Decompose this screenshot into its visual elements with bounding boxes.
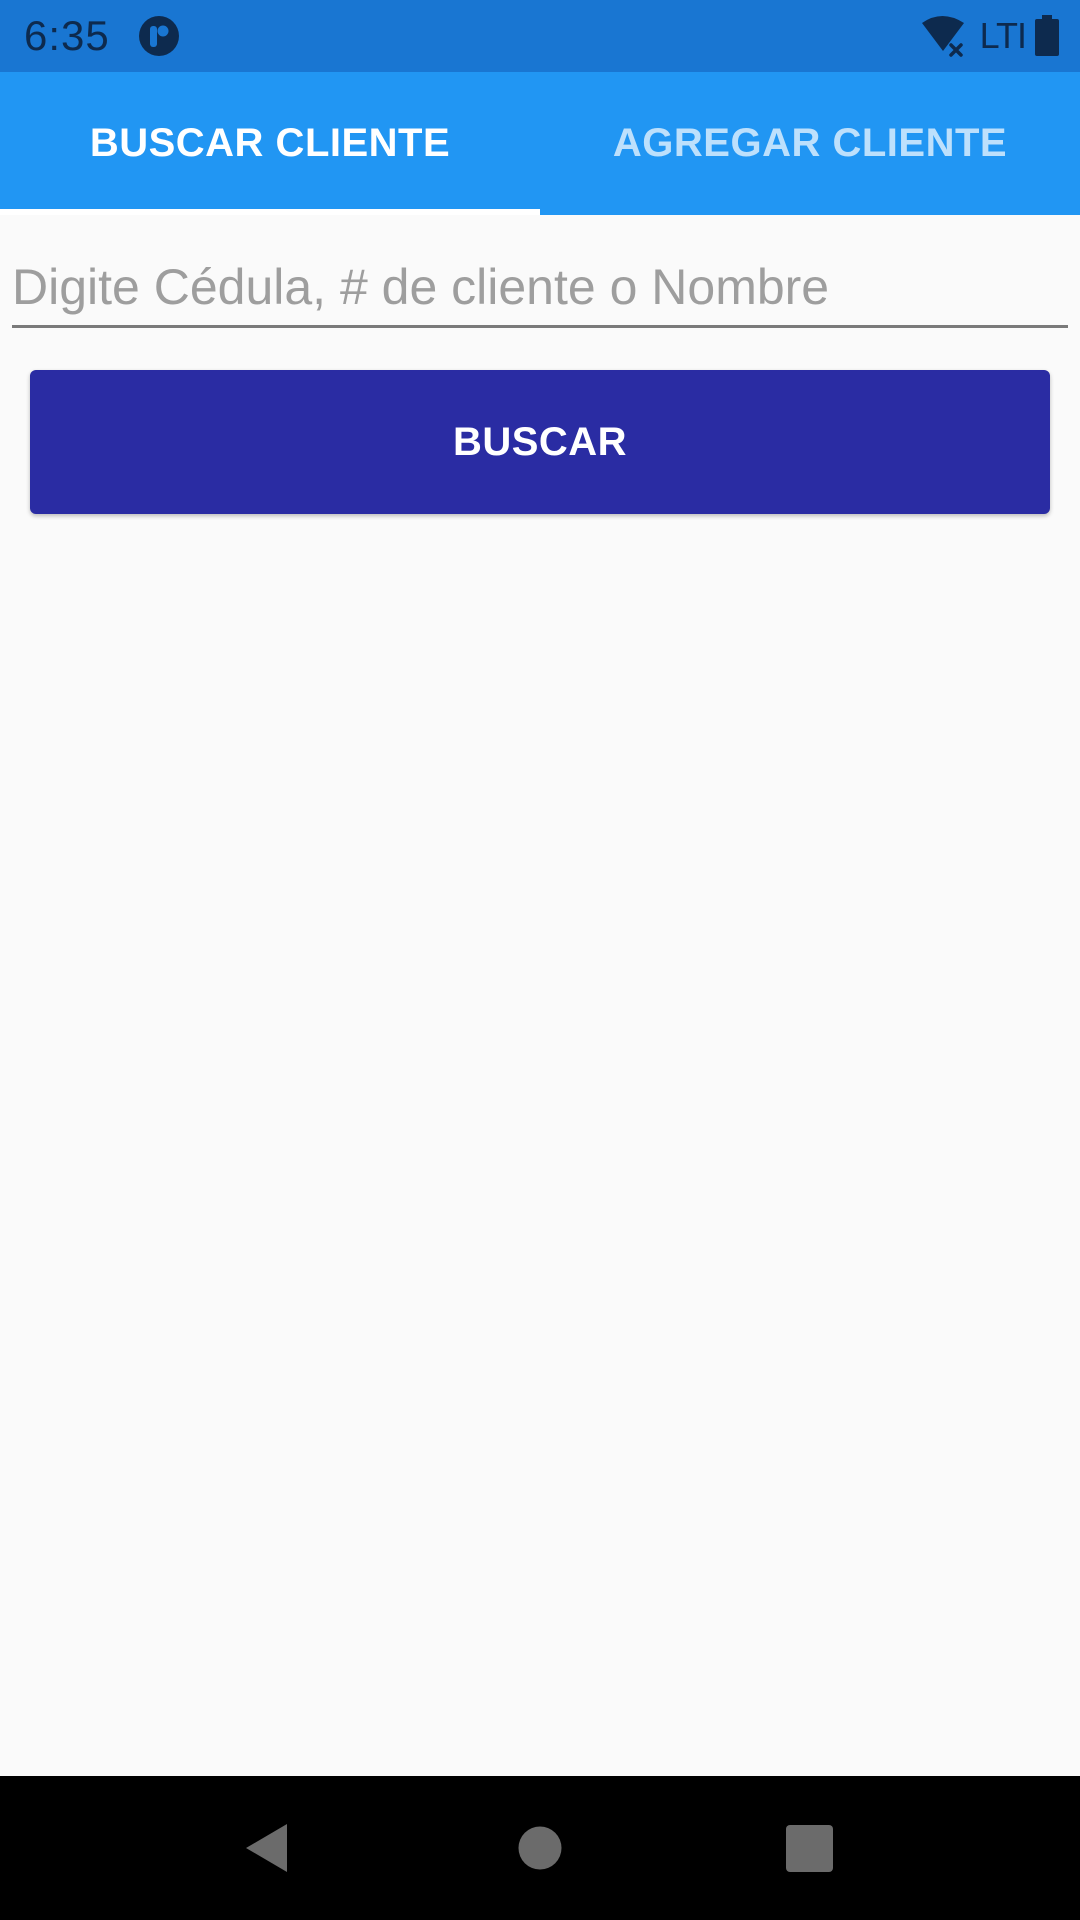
back-icon[interactable] xyxy=(243,1822,291,1874)
tab-agregar-cliente[interactable]: AGREGAR CLIENTE xyxy=(540,72,1080,215)
tab-buscar-cliente[interactable]: BUSCAR CLIENTE xyxy=(0,72,540,215)
home-icon[interactable] xyxy=(518,1826,562,1870)
tab-bar: BUSCAR CLIENTE AGREGAR CLIENTE xyxy=(0,72,1080,215)
status-icons: LTI xyxy=(920,14,1060,58)
network-label: LTI xyxy=(979,15,1027,56)
status-time: 6:35 xyxy=(24,12,110,59)
tab-buscar-cliente-label: BUSCAR CLIENTE xyxy=(89,121,451,165)
active-tab-indicator xyxy=(0,209,540,215)
tab-agregar-cliente-label: AGREGAR CLIENTE xyxy=(612,121,1008,165)
battery-icon xyxy=(1035,15,1059,56)
recents-icon[interactable] xyxy=(786,1825,833,1872)
navigation-bar xyxy=(0,1776,1080,1920)
buscar-button[interactable]: BUSCAR xyxy=(30,370,1050,514)
search-input[interactable] xyxy=(12,248,1068,328)
buscar-button-label: BUSCAR xyxy=(452,419,628,464)
status-bar: 6:35 LTI xyxy=(0,0,1080,72)
app-notification-icon xyxy=(139,16,179,56)
app-screen: 6:35 LTI BUSCAR CLIENTE AGREGAR CLIENTE xyxy=(0,0,1080,1920)
wifi-off-icon xyxy=(921,16,964,57)
